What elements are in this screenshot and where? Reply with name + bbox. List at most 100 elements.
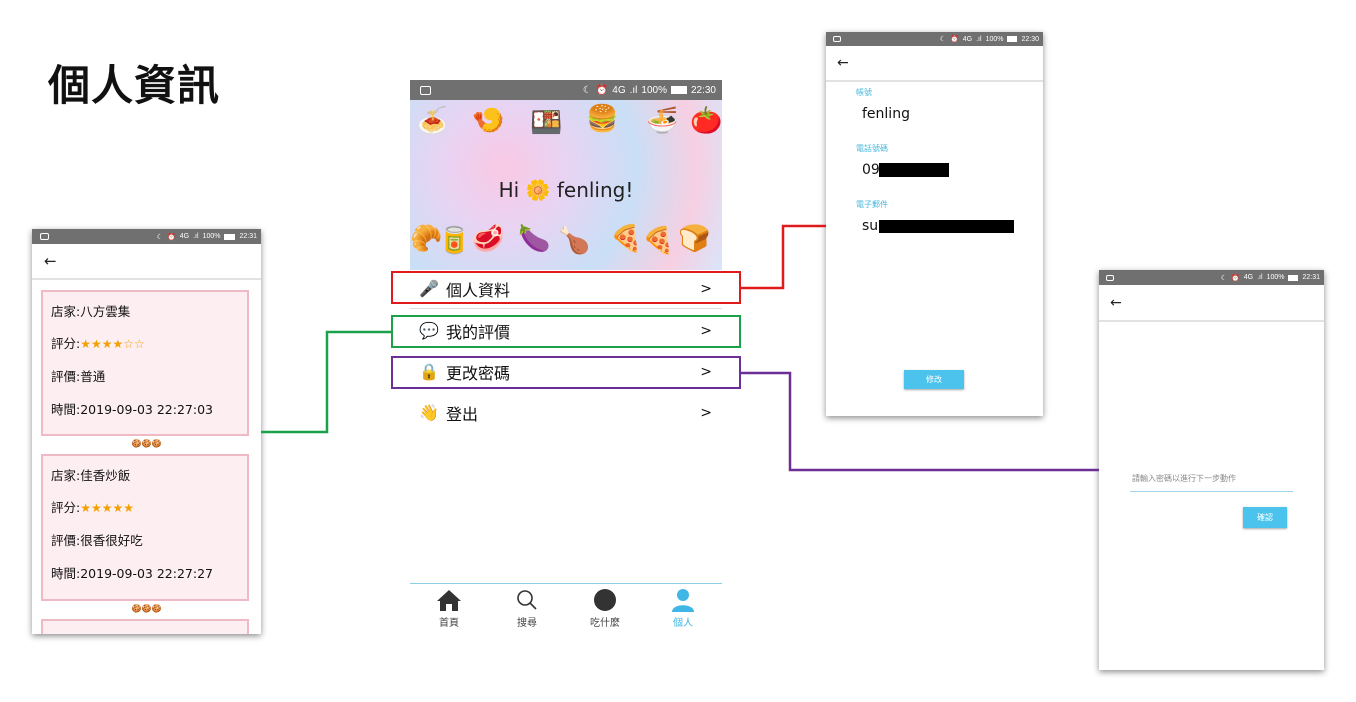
score-row: 評分:★★★★☆☆ [51,336,145,351]
bento-icon: 🍱 [530,108,563,138]
alarm-icon: ⏰ [167,233,176,241]
review-card-partial [41,619,249,634]
menu-label: 登出 [446,404,479,424]
signal-icon: .ıl [629,84,638,96]
time-row: 時間:2019-09-03 22:27:03 [51,402,213,417]
tab-personal[interactable]: 個人 [644,584,722,640]
highlight-box-password [391,356,741,389]
back-arrow-icon[interactable]: ← [1110,295,1122,311]
food-plate-icon: 🍤 [472,106,505,136]
steak-icon: 🥩 [472,224,505,254]
signal-icon: .ıl [193,233,199,240]
fastfood-icon: 🍔 [586,104,619,134]
pizza-icon: 🍕 [610,224,643,254]
drumstick-icon: 🍗 [558,226,591,256]
phone-label: 電話號碼 [856,144,888,153]
app-bar: ← [1099,285,1324,322]
account-value: fenling [862,106,910,122]
bread-icon: 🍞 [678,224,711,254]
battery-icon [1007,36,1018,42]
redaction-bar [879,220,1014,233]
status-bar: ☾ ⏰ 4G .ıl 100% 22:31 [32,229,261,244]
tab-label: 搜尋 [517,618,537,629]
battery-text: 100% [202,233,221,240]
clock: 22:30 [1021,35,1039,43]
chevron-right-icon: > [700,404,712,421]
alarm-icon: ⏰ [1231,274,1240,282]
review-card: 店家:佳香炒飯 評分:★★★★★ 評價:很香很好吃 時間:2019-09-03 … [41,454,249,601]
store-row: 店家:佳香炒飯 [51,468,131,483]
bottom-tab-bar: 首頁 搜尋 吃什麼 個人 [410,583,722,640]
clock: 22:30 [690,84,716,96]
confirm-button[interactable]: 確認 [1243,507,1287,528]
app-bar: ← [32,244,261,280]
image-icon [833,36,841,42]
back-arrow-icon[interactable]: ← [837,55,849,71]
connector-red-line [741,224,826,290]
tab-search[interactable]: 搜尋 [488,584,566,640]
tab-home[interactable]: 首頁 [410,584,488,640]
email-label: 電子郵件 [856,200,888,209]
store-row: 店家:八方雲集 [51,304,131,319]
battery-text: 100% [1266,274,1285,281]
status-bar: ☾ ⏰ 4G .ıl 100% 22:30 [826,32,1043,46]
edit-button[interactable]: 修改 [904,370,964,389]
battery-icon [670,86,687,94]
app-bar: ← [826,46,1043,82]
redaction-bar [879,163,949,177]
highlight-box-profile [391,271,741,304]
profile-screen: ☾ ⏰ 4G .ıl 100% 22:30 ← 帳號 fenling 電話號碼 … [826,32,1043,416]
tab-what-to-eat[interactable]: 吃什麼 [566,584,644,640]
greeting: Hi 🌼 fenling! [498,178,634,202]
moon-icon: ☾ [156,233,164,241]
account-label: 帳號 [856,88,872,97]
score-row: 評分:★★★★★ [51,500,135,515]
moon-icon: ☾ [1220,274,1228,282]
battery-text: 100% [641,84,667,96]
star-rating: ★★★★★ [80,501,135,515]
waving-hand-icon: 👋 [419,403,439,422]
menu-divider [410,308,722,309]
review-card: 店家:八方雲集 評分:★★★★☆☆ 評價:普通 時間:2019-09-03 22… [41,290,249,436]
image-icon [40,233,49,240]
image-icon [420,85,431,95]
signal-icon: .ıl [1257,274,1263,281]
search-icon [517,590,537,610]
dot-icon [594,589,616,611]
time-row: 時間:2019-09-03 22:27:27 [51,566,213,581]
divider-emoji-icon: 🍪🍪🍪 [131,439,162,448]
comment-row: 評價:很香很好吃 [51,533,143,548]
menu-item-logout[interactable]: 👋 登出 > [410,396,722,429]
pizza-icon: 🍕 [642,226,675,256]
alarm-icon: ⏰ [595,84,609,96]
status-bar: ☾ ⏰ 4G .ıl 100% 22:31 [1099,270,1324,285]
password-input[interactable]: 請輸入密碼以進行下一步動作 [1130,473,1293,492]
battery-text: 100% [985,35,1004,43]
network-type: 4G [962,35,973,43]
connector-green-line [261,330,391,434]
clock: 22:31 [1302,274,1320,281]
food-icon: 🥫 [438,226,471,256]
status-bar: ☾ ⏰ 4G .ıl 100% 22:30 [410,80,722,100]
alarm-icon: ⏰ [950,36,959,43]
tomato-icon: 🍅 [690,106,722,136]
ratings-screen: ☾ ⏰ 4G .ıl 100% 22:31 ← 店家:八方雲集 評分:★★★★☆… [32,229,261,634]
password-screen: ☾ ⏰ 4G .ıl 100% 22:31 ← 請輸入密碼以進行下一步動作 確認 [1099,270,1324,670]
comment-row: 評價:普通 [51,369,106,384]
tab-label: 首頁 [439,618,459,629]
daisy-icon: 🌼 [525,178,551,202]
divider-emoji-icon: 🍪🍪🍪 [131,604,162,613]
email-value: su [862,218,879,234]
eggplant-icon: 🍆 [518,224,551,254]
bowl-icon: 🍜 [646,106,679,136]
network-type: 4G [1243,274,1254,281]
slide-title: 個人資訊 [48,61,221,110]
clock: 22:31 [239,233,257,240]
moon-icon: ☾ [939,36,947,43]
tab-label: 吃什麼 [590,618,620,629]
phone-value: 09 [862,162,880,178]
home-icon [437,590,461,611]
back-arrow-icon[interactable]: ← [44,252,57,270]
battery-icon [224,233,236,240]
person-icon [672,589,694,612]
